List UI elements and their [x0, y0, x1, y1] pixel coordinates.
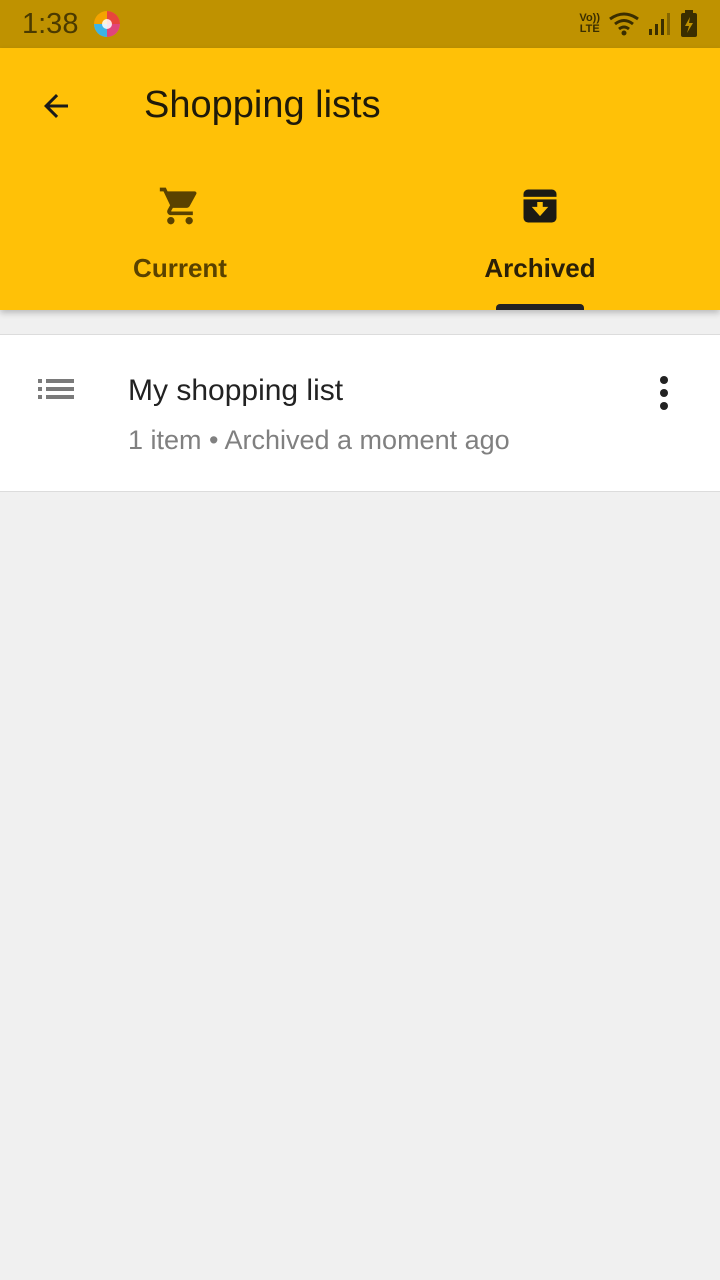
list-icon [38, 379, 74, 399]
more-vert-icon [660, 376, 668, 410]
app-bar: Shopping lists Current Archived [0, 48, 720, 310]
back-button[interactable] [28, 78, 84, 134]
tab-current-label: Current [133, 253, 227, 283]
status-time: 1:38 [22, 8, 79, 40]
signal-icon [649, 13, 670, 35]
status-bar: 1:38 Vo)) LTE [0, 0, 720, 48]
list-item-title: My shopping list [128, 374, 344, 407]
app-notification-icon [94, 11, 120, 37]
more-options-button[interactable] [636, 365, 692, 421]
list-item[interactable]: My shopping list 1 item • Archived a mom… [0, 334, 720, 492]
battery-charging-icon [681, 10, 697, 37]
cart-icon [159, 187, 197, 225]
tab-selected-indicator [496, 304, 584, 310]
volte-bottom-label: LTE [579, 23, 600, 35]
tab-archived-label: Archived [484, 253, 596, 283]
volte-icon: Vo)) LTE [579, 13, 600, 35]
tab-archived[interactable]: Archived [360, 168, 720, 310]
wifi-icon [609, 12, 639, 36]
archive-icon [523, 189, 557, 223]
list-item-subtitle: 1 item • Archived a moment ago [128, 425, 510, 455]
back-arrow-icon [44, 94, 68, 118]
page-title: Shopping lists [144, 84, 381, 126]
tab-current[interactable]: Current [0, 168, 360, 310]
status-icons: Vo)) LTE [579, 10, 698, 38]
